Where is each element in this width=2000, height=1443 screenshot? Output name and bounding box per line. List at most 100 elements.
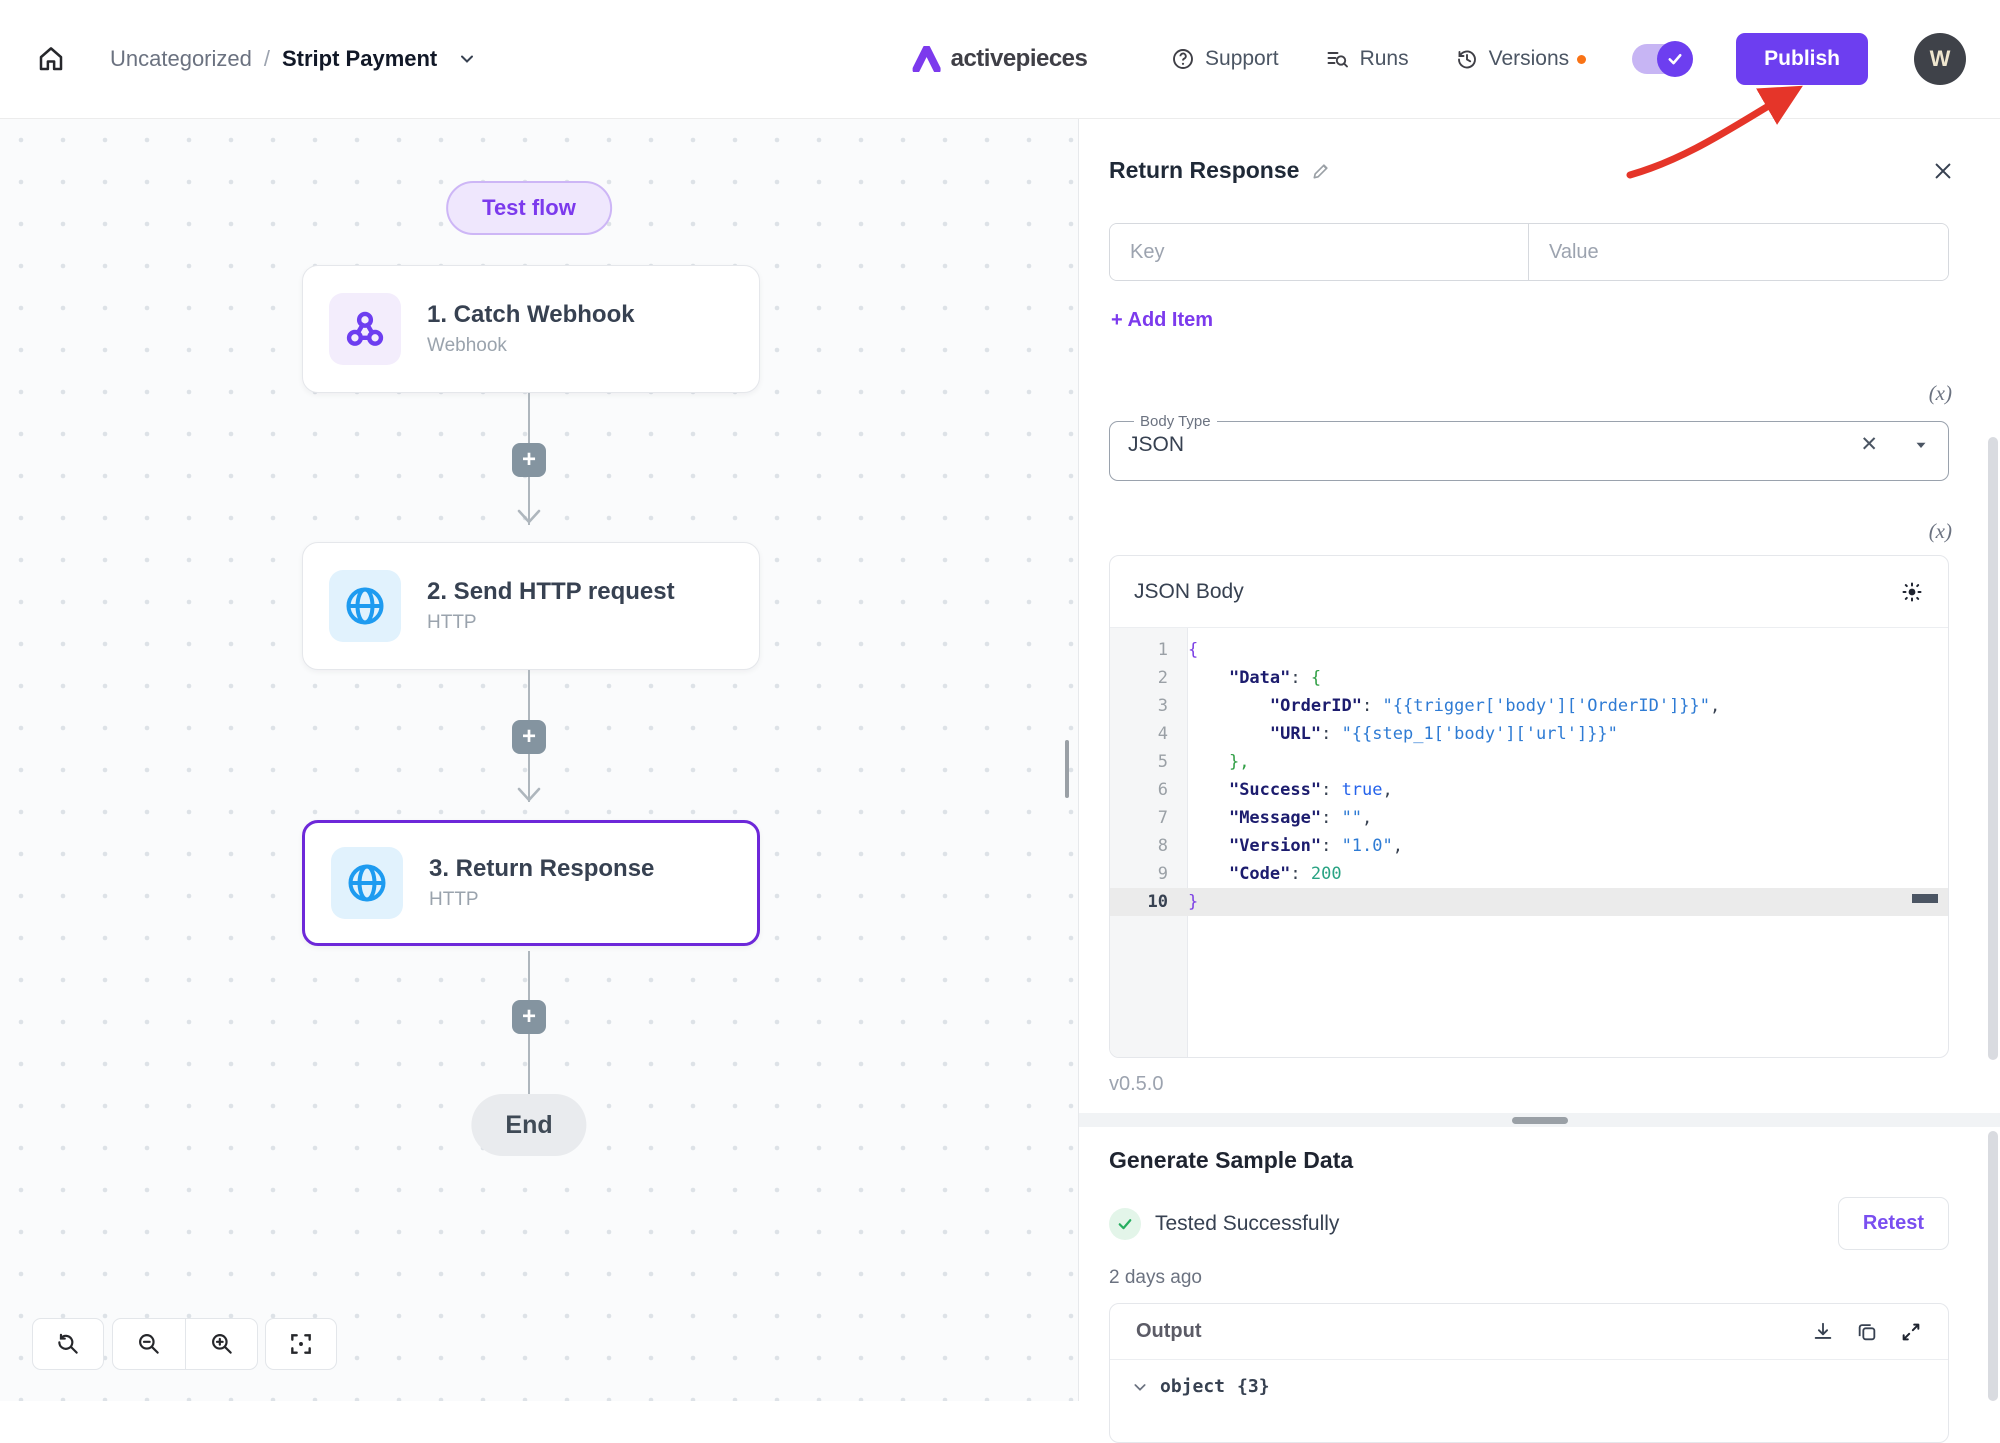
json-body-title: JSON Body: [1134, 580, 1244, 604]
webhook-icon: [343, 307, 387, 351]
dynamic-value-toggle-icon[interactable]: (x): [1929, 519, 1952, 544]
versions-unpublished-dot: [1577, 55, 1586, 64]
zoom-in-button[interactable]: [185, 1319, 257, 1369]
expand-icon[interactable]: [1900, 1321, 1922, 1343]
chevron-down-icon: [1132, 1379, 1148, 1395]
output-tree-root[interactable]: object {3}: [1110, 1360, 1948, 1413]
check-icon: [1666, 50, 1684, 68]
code-lines: 1{2 "Data": {3 "OrderID": "{{trigger['bo…: [1110, 628, 1948, 916]
home-icon: [36, 44, 66, 74]
code-line[interactable]: 7 "Message": "",: [1110, 804, 1948, 832]
code-line[interactable]: 4 "URL": "{{step_1['body']['url']}}": [1110, 720, 1948, 748]
ai-sparkle-icon[interactable]: [1900, 580, 1924, 604]
test-flow-button[interactable]: Test flow: [446, 181, 612, 235]
home-button[interactable]: [34, 42, 68, 76]
panel-resize-handle[interactable]: [1065, 740, 1069, 798]
runs-icon: [1325, 47, 1350, 71]
code-editor[interactable]: 1{2 "Data": {3 "OrderID": "{{trigger['bo…: [1110, 628, 1948, 1058]
nav-versions-label: Versions: [1489, 47, 1570, 71]
nav-runs[interactable]: Runs: [1325, 47, 1409, 71]
http-icon-tile: [331, 847, 403, 919]
zoom-in-icon: [209, 1331, 235, 1357]
tree-node-count: {3}: [1237, 1376, 1270, 1397]
brand-logo: activepieces: [913, 45, 1088, 73]
copy-icon[interactable]: [1856, 1321, 1878, 1343]
close-panel-button[interactable]: [1932, 160, 1954, 182]
step-subtitle: Webhook: [427, 335, 635, 357]
output-card: Output object {3}: [1109, 1303, 1949, 1443]
output-actions: [1812, 1321, 1922, 1343]
nav-runs-label: Runs: [1360, 47, 1409, 71]
dropdown-caret-icon[interactable]: [1912, 436, 1930, 454]
panel-header: Return Response: [1109, 157, 1954, 184]
add-step-button-1[interactable]: +: [512, 443, 546, 477]
editor-scroll-marker[interactable]: [1912, 894, 1938, 903]
code-line[interactable]: 2 "Data": {: [1110, 664, 1948, 692]
sample-scrollbar-thumb[interactable]: [1988, 1131, 1998, 1401]
piece-version: v0.5.0: [1109, 1073, 1163, 1096]
output-title: Output: [1136, 1320, 1202, 1343]
tree-node-type: object: [1160, 1376, 1225, 1397]
panel-scrollbar-thumb[interactable]: [1988, 437, 1998, 1060]
code-line[interactable]: 3 "OrderID": "{{trigger['body']['OrderID…: [1110, 692, 1948, 720]
zoom-reset-icon: [55, 1331, 81, 1357]
flow-canvas[interactable]: Test flow 1. Catch Webhook Webhook + 2. …: [0, 119, 1078, 1401]
zoom-reset-button[interactable]: [32, 1318, 104, 1370]
retest-button[interactable]: Retest: [1838, 1197, 1949, 1250]
code-line[interactable]: 1{: [1110, 636, 1948, 664]
panel-splitter[interactable]: [1079, 1113, 2000, 1127]
breadcrumb-flow-name[interactable]: Stript Payment: [282, 46, 437, 72]
success-check-icon: [1109, 1208, 1141, 1240]
step-card-return-response[interactable]: 3. Return Response HTTP: [302, 820, 760, 946]
top-nav: Support Runs Versions Publish W: [1171, 33, 1966, 85]
http-icon-tile: [329, 570, 401, 642]
code-line[interactable]: 10}: [1110, 888, 1948, 916]
step-card-catch-webhook[interactable]: 1. Catch Webhook Webhook: [302, 265, 760, 393]
breadcrumb: Uncategorized / Stript Payment: [110, 46, 477, 72]
flow-enabled-toggle[interactable]: [1632, 44, 1690, 74]
headers-key-value-row: [1109, 223, 1949, 281]
json-body-editor: JSON Body 1{2 "Data": {3 "OrderID": "{{t…: [1109, 555, 1949, 1058]
edit-name-icon[interactable]: [1311, 161, 1331, 181]
breadcrumb-folder[interactable]: Uncategorized: [110, 46, 252, 72]
avatar-initial: W: [1930, 46, 1951, 72]
history-icon: [1455, 47, 1479, 71]
chevron-down-icon[interactable]: [457, 49, 477, 69]
download-icon[interactable]: [1812, 1321, 1834, 1343]
zoom-out-icon: [136, 1331, 162, 1357]
code-line[interactable]: 5 },: [1110, 748, 1948, 776]
zoom-group: [112, 1318, 258, 1370]
body-type-select[interactable]: Body Type JSON ✕: [1109, 413, 1949, 481]
clear-body-type-icon[interactable]: ✕: [1860, 432, 1878, 457]
test-status-row: Tested Successfully Retest: [1109, 1197, 1949, 1250]
add-step-button-2[interactable]: +: [512, 720, 546, 754]
add-item-link[interactable]: + Add Item: [1111, 309, 1213, 332]
json-body-header: JSON Body: [1110, 556, 1948, 628]
connector-arrowhead: [516, 509, 542, 530]
step-card-send-http[interactable]: 2. Send HTTP request HTTP: [302, 542, 760, 670]
code-line[interactable]: 6 "Success": true,: [1110, 776, 1948, 804]
code-line[interactable]: 9 "Code": 200: [1110, 860, 1948, 888]
key-input[interactable]: [1110, 224, 1529, 280]
publish-button[interactable]: Publish: [1736, 33, 1868, 85]
dynamic-value-toggle-icon[interactable]: (x): [1929, 381, 1952, 406]
avatar[interactable]: W: [1914, 33, 1966, 85]
add-step-button-3[interactable]: +: [512, 1000, 546, 1034]
nav-versions[interactable]: Versions: [1455, 47, 1587, 71]
toggle-thumb: [1657, 41, 1693, 77]
help-icon: [1171, 47, 1195, 71]
body-type-value: JSON: [1128, 433, 1184, 457]
brand-name: activepieces: [951, 45, 1088, 73]
value-input[interactable]: [1529, 224, 1948, 280]
test-timestamp: 2 days ago: [1109, 1267, 1202, 1289]
generate-sample-data-title: Generate Sample Data: [1109, 1147, 1353, 1174]
step-settings-panel: Return Response + Add Item (x) Body Type…: [1078, 119, 2000, 1401]
step-subtitle: HTTP: [429, 889, 654, 911]
zoom-out-button[interactable]: [113, 1319, 185, 1369]
code-line[interactable]: 8 "Version": "1.0",: [1110, 832, 1948, 860]
fit-to-view-button[interactable]: [265, 1318, 337, 1370]
fit-to-view-icon: [288, 1331, 314, 1357]
flow-end-node: End: [471, 1094, 586, 1156]
output-header: Output: [1110, 1304, 1948, 1360]
nav-support[interactable]: Support: [1171, 47, 1279, 71]
